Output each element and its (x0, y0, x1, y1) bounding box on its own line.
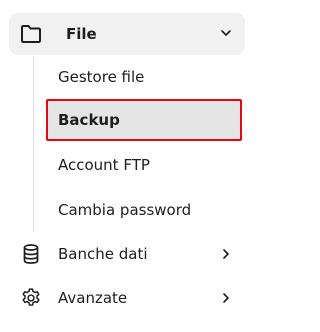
submenu-item-label: Backup (58, 111, 120, 129)
submenu-item-label: Account FTP (58, 156, 150, 174)
submenu-item-label: Gestore file (58, 68, 145, 86)
chevron-right-icon (223, 249, 229, 259)
section-file-header[interactable]: File (9, 13, 245, 55)
sidebar-item-avanzate[interactable]: Avanzate (9, 278, 245, 318)
sidebar-menu: File Gestore file Backup Account FTP Cam… (0, 0, 252, 332)
sidebar-item-label: Banche dati (58, 245, 148, 263)
submenu-item-gestore-file[interactable]: Gestore file (46, 56, 242, 98)
chevron-down-icon (221, 30, 231, 36)
section-file-label: File (66, 25, 97, 43)
sidebar-item-banche-dati[interactable]: Banche dati (9, 234, 245, 274)
folder-icon (21, 25, 41, 43)
sidebar-item-label: Avanzate (58, 289, 128, 307)
gear-icon (22, 288, 40, 306)
submenu-item-label: Cambia password (58, 201, 192, 219)
submenu-item-account-ftp[interactable]: Account FTP (46, 144, 242, 186)
chevron-right-icon (223, 293, 229, 303)
submenu-divider-line (33, 56, 34, 232)
database-icon (23, 244, 39, 264)
submenu-item-backup[interactable]: Backup (46, 99, 242, 141)
submenu-item-cambia-password[interactable]: Cambia password (46, 189, 242, 231)
